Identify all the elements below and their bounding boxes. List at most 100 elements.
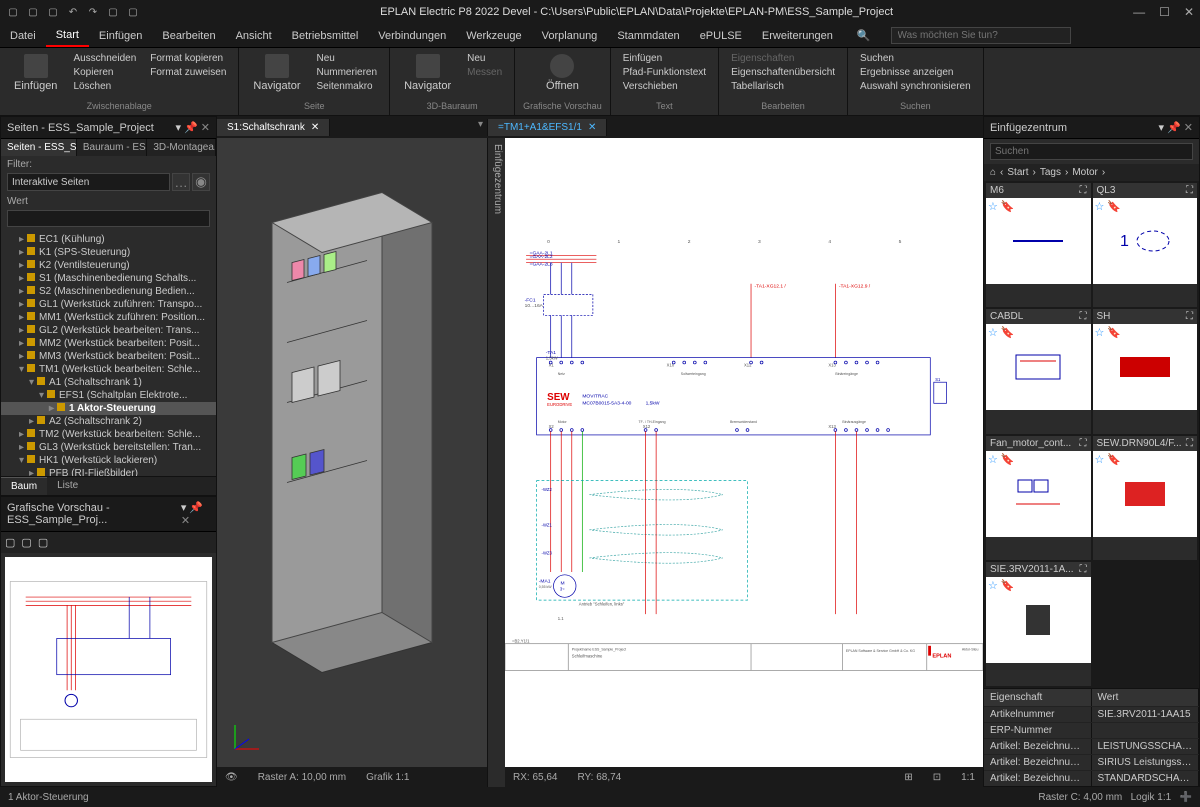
menu-start[interactable]: Start [46, 25, 89, 47]
text-insert-button[interactable]: Einfügen [619, 52, 710, 65]
save-icon[interactable]: ▢ [46, 5, 60, 19]
tree-item[interactable]: ▸1 Aktor-Steuerung [1, 402, 216, 415]
property-row[interactable]: ArtikelnummerSIE.3RV2011-1AA15 [984, 706, 1199, 722]
tree-item[interactable]: ▸S1 (Maschinenbedienung Schalts... [1, 272, 216, 285]
tree-item[interactable]: ▸MM1 (Werkstück zuführen: Position... [1, 311, 216, 324]
menu-verbindungen[interactable]: Verbindungen [368, 26, 456, 46]
tab-bauraum[interactable]: Bauraum - ES... [77, 139, 147, 156]
tab-pages[interactable]: Seiten - ESS_S... [1, 139, 77, 156]
tree-item[interactable]: ▸K1 (SPS-Steuerung) [1, 246, 216, 259]
tab-baum[interactable]: Baum [1, 477, 47, 495]
snap-icon[interactable]: ⊡ [933, 772, 941, 783]
pin-icon[interactable]: ▾ 📌 [175, 122, 197, 134]
close-icon[interactable]: ✕ [1184, 5, 1194, 19]
insert-search[interactable] [990, 143, 1193, 160]
tab-3d-montage[interactable]: 3D-Montagea... [147, 139, 216, 156]
preview-tool-icon[interactable]: ▢ [5, 536, 15, 549]
tree-item[interactable]: ▸MM3 (Werkstück bearbeiten: Posit... [1, 350, 216, 363]
menu-betriebsmittel[interactable]: Betriebsmittel [282, 26, 369, 46]
dropdown-icon[interactable]: ▾ [474, 119, 487, 136]
tree-item[interactable]: ▾HK1 (Werkstück lackieren) [1, 454, 216, 467]
property-row[interactable]: Artikel: Bezeichnung 3STANDARDSCHALTVER.… [984, 770, 1199, 786]
view-icon[interactable]: 👁 [225, 772, 238, 783]
tree-item[interactable]: ▾TM1 (Werkstück bearbeiten: Schle... [1, 363, 216, 376]
text-move-button[interactable]: Verschieben [619, 80, 710, 93]
menu-vorplanung[interactable]: Vorplanung [532, 26, 608, 46]
crumb-tags[interactable]: Tags [1040, 167, 1061, 178]
tell-me-search[interactable] [891, 27, 1071, 44]
tab-liste[interactable]: Liste [47, 477, 88, 495]
tree-item[interactable]: ▸MM2 (Werkstück bearbeiten: Posit... [1, 337, 216, 350]
tree-item[interactable]: ▸PFB (RI-Fließbilder) [1, 467, 216, 476]
search-button[interactable]: Suchen [856, 52, 975, 65]
redo-icon[interactable]: ↷ [86, 5, 100, 19]
page-new-button[interactable]: Neu [312, 52, 381, 65]
3d-measure-button[interactable]: Messen [463, 66, 506, 79]
properties-overview-button[interactable]: Eigenschaftenübersicht [727, 66, 839, 79]
pin-icon[interactable]: ▾ 📌 [181, 502, 203, 514]
project-tree[interactable]: ▸EC1 (Kühlung)▸K1 (SPS-Steuerung)▸K2 (Ve… [1, 231, 216, 476]
expand-icon[interactable]: ⛶ [1080, 438, 1087, 449]
close-icon[interactable]: ✕ [1184, 122, 1193, 134]
menu-stammdaten[interactable]: Stammdaten [607, 26, 689, 46]
pin-icon[interactable]: ▾ 📌 [1158, 122, 1180, 134]
minimize-icon[interactable]: — [1133, 5, 1145, 19]
menu-epulse[interactable]: ePULSE [690, 26, 752, 46]
gallery-card[interactable]: SEW.DRN90L4/F...⛶☆ 🔖 [1093, 436, 1198, 560]
open-icon[interactable]: ▢ [26, 5, 40, 19]
undo-icon[interactable]: ↶ [66, 5, 80, 19]
doc-tab-schaltschrank[interactable]: S1:Schaltschrank✕ [217, 119, 330, 136]
gallery-card[interactable]: SIE.3RV2011-1A...⛶☆ 🔖 [986, 562, 1091, 686]
menu-bearbeiten[interactable]: Bearbeiten [152, 26, 225, 46]
page-number-button[interactable]: Nummerieren [312, 66, 381, 79]
page-navigator-button[interactable]: Navigator [247, 52, 306, 94]
paste-button[interactable]: Einfügen [8, 52, 63, 94]
menu-werkzeuge[interactable]: Werkzeuge [456, 26, 531, 46]
path-text-button[interactable]: Pfad-Funktionstext [619, 66, 710, 79]
new-icon[interactable]: ▢ [6, 5, 20, 19]
wert-input[interactable] [7, 210, 210, 227]
crumb-start[interactable]: Start [1007, 167, 1028, 178]
gallery-card[interactable]: M6⛶☆ 🔖 [986, 183, 1091, 307]
copy-button[interactable]: Kopieren [69, 66, 140, 79]
tree-item[interactable]: ▸A2 (Schaltschrank 2) [1, 415, 216, 428]
tree-item[interactable]: ▸GL2 (Werkstück bearbeiten: Trans... [1, 324, 216, 337]
expand-icon[interactable]: ⛶ [1080, 564, 1087, 575]
close-icon[interactable]: ✕ [181, 515, 190, 527]
3d-navigator-button[interactable]: Navigator [398, 52, 457, 94]
3d-new-button[interactable]: Neu [463, 52, 506, 65]
expand-icon[interactable]: ⛶ [1186, 185, 1193, 196]
tree-item[interactable]: ▸TM2 (Werkstück bearbeiten: Schle... [1, 428, 216, 441]
property-row[interactable]: Artikel: Bezeichnung 2SIRIUS Leistungssc… [984, 754, 1199, 770]
close-icon[interactable]: ✕ [201, 122, 210, 134]
tree-item[interactable]: ▸S2 (Maschinenbedienung Bedien... [1, 285, 216, 298]
filter-active[interactable]: ◉ [192, 173, 210, 191]
home-icon[interactable]: ⌂ [990, 167, 996, 178]
property-row[interactable]: Artikel: Bezeichnung 1LEISTUNGSSCHALTER … [984, 738, 1199, 754]
format-assign-button[interactable]: Format zuweisen [146, 66, 230, 79]
gallery-card[interactable]: QL3⛶☆ 🔖1 [1093, 183, 1198, 307]
tree-item[interactable]: ▸GL1 (Werkstück zuführen: Transpo... [1, 298, 216, 311]
close-icon[interactable]: ✕ [311, 122, 319, 133]
maximize-icon[interactable]: ☐ [1159, 5, 1170, 19]
format-copy-button[interactable]: Format kopieren [146, 52, 230, 65]
3d-viewport[interactable] [217, 138, 487, 767]
tool-icon[interactable]: ▢ [106, 5, 120, 19]
properties-button[interactable]: Eigenschaften [727, 52, 839, 65]
crumb-motor[interactable]: Motor [1072, 167, 1098, 178]
side-strip-einfuege[interactable]: Einfügezentrum [487, 138, 505, 787]
expand-icon[interactable]: ⛶ [1080, 311, 1087, 322]
expand-icon[interactable]: ⛶ [1080, 185, 1087, 196]
tree-item[interactable]: ▾A1 (Schaltschrank 1) [1, 376, 216, 389]
filter-toggle[interactable]: … [172, 173, 190, 191]
menu-ansicht[interactable]: Ansicht [226, 26, 282, 46]
results-button[interactable]: Ergebnisse anzeigen [856, 66, 975, 79]
preview-tool-icon[interactable]: ▢ [38, 536, 48, 549]
tool-icon[interactable]: ▢ [126, 5, 140, 19]
expand-icon[interactable]: ⛶ [1186, 311, 1193, 322]
tabular-button[interactable]: Tabellarisch [727, 80, 839, 93]
tree-item[interactable]: ▸EC1 (Kühlung) [1, 233, 216, 246]
tree-item[interactable]: ▸GL3 (Werkstück bereitstellen: Tran... [1, 441, 216, 454]
doc-tab-schematic[interactable]: =TM1+A1&EFS1/1✕ [488, 119, 607, 136]
menu-einfuegen[interactable]: Einfügen [89, 26, 152, 46]
